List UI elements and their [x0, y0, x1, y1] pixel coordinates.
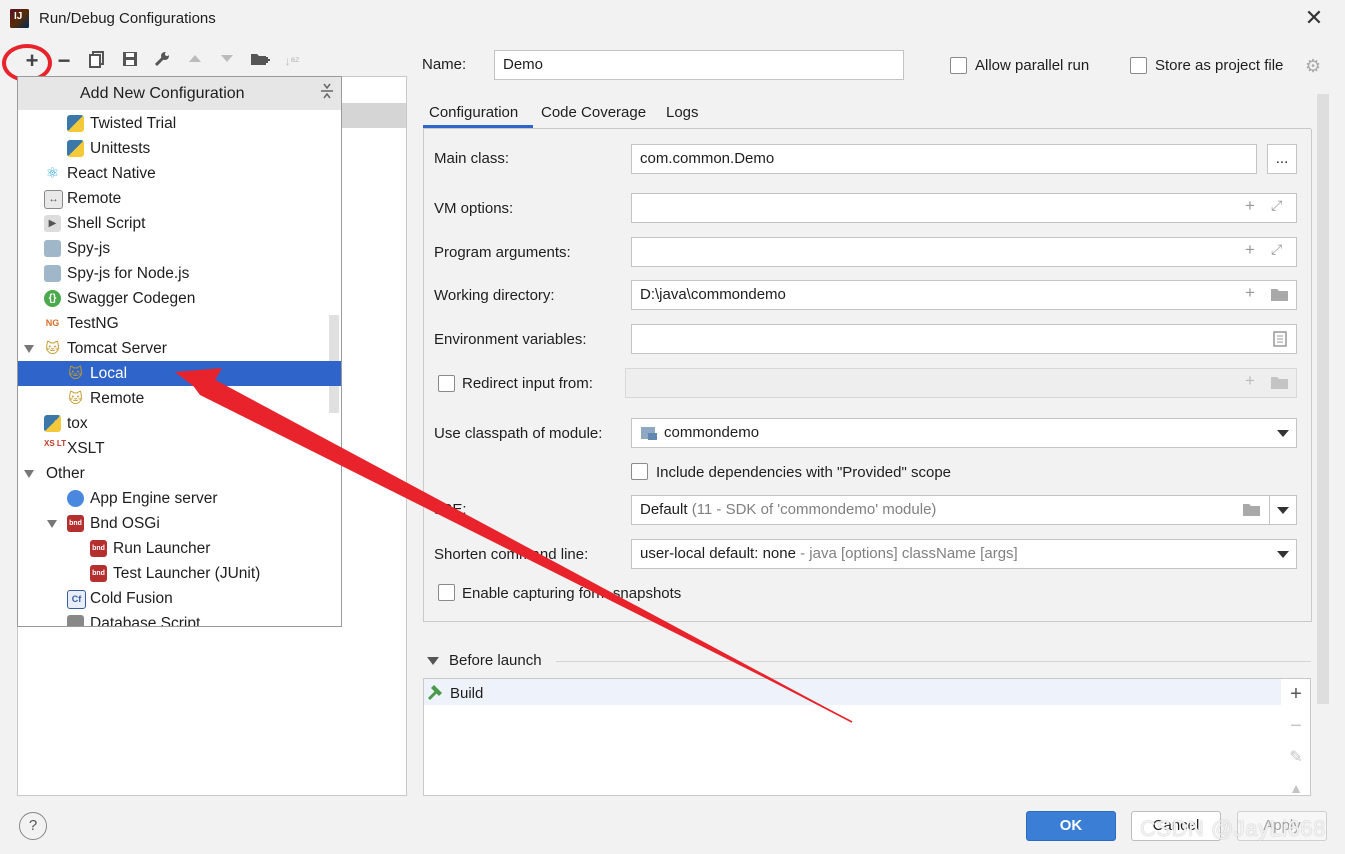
red-annotation-arrow [175, 368, 853, 723]
